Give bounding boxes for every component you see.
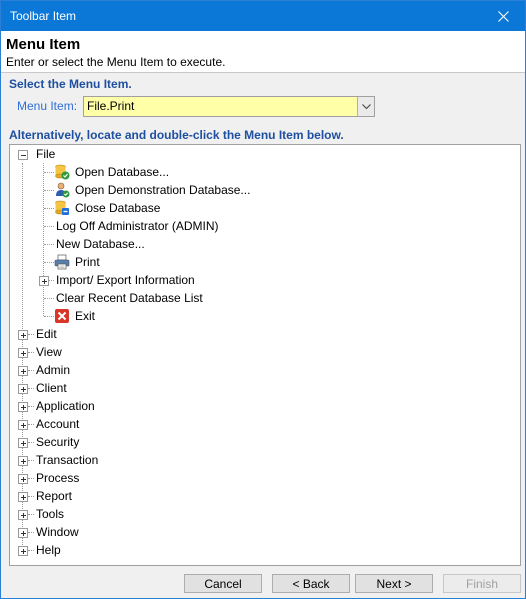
expand-icon[interactable] bbox=[18, 492, 28, 502]
tree-node-import-export[interactable]: Import/ Export Information bbox=[10, 271, 310, 289]
expand-icon[interactable] bbox=[18, 366, 28, 376]
tree-node-label: Window bbox=[36, 525, 79, 539]
expand-icon[interactable] bbox=[18, 546, 28, 556]
tree-heading: Alternatively, locate and double-click t… bbox=[9, 128, 344, 142]
database-open-icon bbox=[54, 164, 70, 180]
demo-database-icon bbox=[54, 182, 70, 198]
tree-node-report[interactable]: Report bbox=[10, 487, 210, 505]
tree-node-label: Transaction bbox=[36, 453, 99, 467]
close-icon[interactable] bbox=[481, 1, 525, 31]
tree-node-close-database[interactable]: Close Database bbox=[10, 199, 310, 217]
tree-node-label: Client bbox=[36, 381, 67, 395]
expand-icon[interactable] bbox=[18, 384, 28, 394]
tree-node-log-off[interactable]: Log Off Administrator (ADMIN) bbox=[10, 217, 310, 235]
tree-node-label: Exit bbox=[75, 309, 96, 323]
tree-node-label: Help bbox=[36, 543, 61, 557]
collapse-icon[interactable] bbox=[18, 150, 28, 160]
menu-item-label: Menu Item: bbox=[17, 99, 78, 113]
tree-node-admin[interactable]: Admin bbox=[10, 361, 210, 379]
tree-node-label: Log Off Administrator (ADMIN) bbox=[56, 219, 219, 233]
menu-tree[interactable]: File Open Database... Open Demonstration… bbox=[9, 144, 521, 566]
exit-icon bbox=[54, 308, 70, 324]
cancel-button[interactable]: Cancel bbox=[184, 574, 262, 593]
tree-node-transaction[interactable]: Transaction bbox=[10, 451, 210, 469]
dialog-window: Toolbar Item Menu Item Enter or select t… bbox=[0, 0, 526, 599]
expand-icon[interactable] bbox=[18, 438, 28, 448]
expand-icon[interactable] bbox=[39, 276, 49, 286]
tree-node-label: Open Demonstration Database... bbox=[75, 183, 251, 197]
chevron-down-icon[interactable] bbox=[357, 97, 374, 116]
window-title: Toolbar Item bbox=[10, 9, 77, 23]
database-close-icon bbox=[54, 200, 70, 216]
tree-node-label: Security bbox=[36, 435, 80, 449]
tree-node-label: File bbox=[36, 147, 56, 161]
menu-item-value[interactable]: File.Print bbox=[87, 99, 134, 113]
tree-node-view[interactable]: View bbox=[10, 343, 210, 361]
select-heading: Select the Menu Item. bbox=[9, 77, 132, 91]
tree-node-label: Tools bbox=[36, 507, 65, 521]
expand-icon[interactable] bbox=[18, 402, 28, 412]
tree-node-help[interactable]: Help bbox=[10, 541, 210, 559]
tree-node-label: Report bbox=[36, 489, 73, 503]
tree-node-application[interactable]: Application bbox=[10, 397, 210, 415]
tree-node-security[interactable]: Security bbox=[10, 433, 210, 451]
tree-node-label: Account bbox=[36, 417, 80, 431]
tree-node-clear-recent[interactable]: Clear Recent Database List bbox=[10, 289, 310, 307]
tree-node-label: View bbox=[36, 345, 62, 359]
tree-node-label: Open Database... bbox=[75, 165, 170, 179]
printer-icon bbox=[54, 254, 70, 270]
tree-node-print[interactable]: Print bbox=[10, 253, 310, 271]
wizard-footer: Cancel < Back Next > Finish bbox=[1, 571, 525, 598]
expand-icon[interactable] bbox=[18, 348, 28, 358]
tree-node-label: Close Database bbox=[75, 201, 161, 215]
page-title: Menu Item bbox=[6, 36, 81, 53]
finish-button[interactable]: Finish bbox=[443, 574, 521, 593]
tree-node-label: Admin bbox=[36, 363, 71, 377]
expand-icon[interactable] bbox=[18, 456, 28, 466]
page-subtitle: Enter or select the Menu Item to execute… bbox=[6, 55, 226, 69]
tree-node-tools[interactable]: Tools bbox=[10, 505, 210, 523]
expand-icon[interactable] bbox=[18, 474, 28, 484]
tree-node-label: Application bbox=[36, 399, 95, 413]
tree-node-file[interactable]: File bbox=[10, 145, 210, 163]
next-button[interactable]: Next > bbox=[355, 574, 433, 593]
tree-node-account[interactable]: Account bbox=[10, 415, 210, 433]
tree-node-open-database[interactable]: Open Database... bbox=[10, 163, 310, 181]
tree-node-exit[interactable]: Exit bbox=[10, 307, 310, 325]
expand-icon[interactable] bbox=[18, 528, 28, 538]
tree-node-label: Import/ Export Information bbox=[56, 273, 195, 287]
tree-node-label: Edit bbox=[36, 327, 57, 341]
tree-node-client[interactable]: Client bbox=[10, 379, 210, 397]
expand-icon[interactable] bbox=[18, 330, 28, 340]
tree-node-label: Print bbox=[75, 255, 100, 269]
wizard-header: Menu Item Enter or select the Menu Item … bbox=[1, 31, 525, 73]
tree-node-edit[interactable]: Edit bbox=[10, 325, 210, 343]
back-button[interactable]: < Back bbox=[272, 574, 350, 593]
tree-node-label: Process bbox=[36, 471, 80, 485]
tree-node-open-demo-database[interactable]: Open Demonstration Database... bbox=[10, 181, 310, 199]
title-bar: Toolbar Item bbox=[1, 1, 525, 31]
tree-node-label: Clear Recent Database List bbox=[56, 291, 203, 305]
tree-node-window[interactable]: Window bbox=[10, 523, 210, 541]
expand-icon[interactable] bbox=[18, 510, 28, 520]
tree-node-new-database[interactable]: New Database... bbox=[10, 235, 310, 253]
menu-item-combobox[interactable]: File.Print bbox=[83, 96, 375, 117]
tree-node-label: New Database... bbox=[56, 237, 145, 251]
expand-icon[interactable] bbox=[18, 420, 28, 430]
tree-node-process[interactable]: Process bbox=[10, 469, 210, 487]
